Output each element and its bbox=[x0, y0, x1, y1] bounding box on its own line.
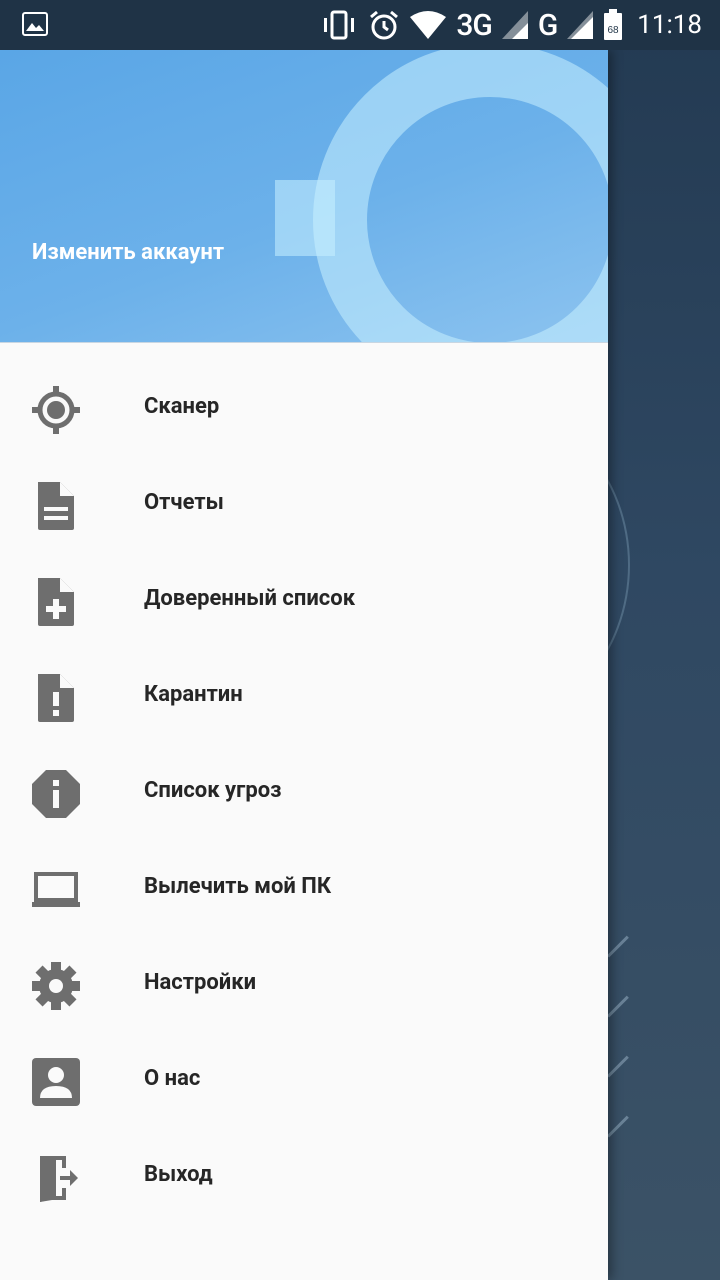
change-account-link[interactable]: Изменить аккаунт bbox=[32, 240, 224, 265]
menu-item-scanner[interactable]: Сканер bbox=[0, 360, 608, 456]
target-icon bbox=[32, 386, 80, 434]
network-3g-label: 3G bbox=[456, 7, 492, 43]
menu-item-label: Карантин bbox=[144, 682, 243, 707]
brand-logo-decoration bbox=[275, 50, 608, 342]
background-tick bbox=[606, 995, 629, 1018]
exit-icon bbox=[40, 1156, 78, 1202]
background-tick bbox=[606, 1055, 629, 1078]
battery-icon: 68 bbox=[604, 9, 623, 40]
menu-item-cure-pc[interactable]: Вылечить мой ПК bbox=[0, 840, 608, 936]
menu-item-label: Выход bbox=[144, 1162, 213, 1187]
clock: 11:18 bbox=[637, 10, 702, 40]
menu-item-label: Вылечить мой ПК bbox=[144, 874, 332, 899]
drawer-header: Изменить аккаунт bbox=[0, 50, 608, 343]
alarm-icon bbox=[370, 10, 399, 40]
document-add-icon bbox=[38, 578, 74, 626]
laptop-icon bbox=[32, 872, 80, 907]
menu-item-about[interactable]: О нас bbox=[0, 1032, 608, 1128]
wifi-icon bbox=[410, 11, 447, 39]
menu-item-label: Сканер bbox=[144, 394, 220, 419]
document-alert-icon bbox=[38, 674, 74, 722]
navigation-drawer: Изменить аккаунт Сканер Отчеты Доверенны… bbox=[0, 50, 608, 1280]
signal-icon bbox=[501, 11, 528, 39]
menu-item-label: Доверенный список bbox=[144, 586, 356, 611]
menu-item-label: Отчеты bbox=[144, 490, 224, 515]
drawer-menu: Сканер Отчеты Доверенный список Карантин… bbox=[0, 360, 608, 1224]
gear-icon bbox=[32, 962, 80, 1010]
network-g-label: G bbox=[537, 7, 558, 43]
menu-item-reports[interactable]: Отчеты bbox=[0, 456, 608, 552]
background-tick bbox=[606, 1115, 629, 1138]
menu-item-threat-list[interactable]: Список угроз bbox=[0, 744, 608, 840]
svg-text:68: 68 bbox=[608, 25, 620, 36]
document-icon bbox=[38, 482, 74, 530]
signal-icon bbox=[567, 11, 594, 39]
alert-octagon-icon bbox=[32, 770, 80, 818]
menu-item-label: О нас bbox=[144, 1066, 201, 1091]
image-icon bbox=[22, 12, 48, 36]
menu-item-label: Настройки bbox=[144, 970, 257, 995]
account-box-icon bbox=[32, 1058, 80, 1106]
status-bar: 3G G 68 11:18 bbox=[0, 0, 720, 50]
menu-item-trusted-list[interactable]: Доверенный список bbox=[0, 552, 608, 648]
menu-item-exit[interactable]: Выход bbox=[0, 1128, 608, 1224]
menu-item-label: Список угроз bbox=[144, 778, 282, 803]
vibrate-icon bbox=[324, 10, 355, 40]
background-tick bbox=[606, 935, 629, 958]
menu-item-settings[interactable]: Настройки bbox=[0, 936, 608, 1032]
menu-item-quarantine[interactable]: Карантин bbox=[0, 648, 608, 744]
